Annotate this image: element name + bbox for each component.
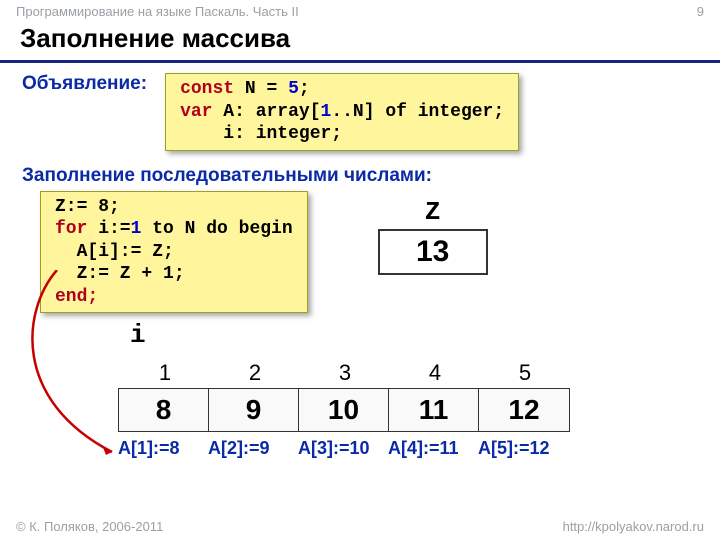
- index-cell: 4: [390, 360, 480, 386]
- page-number: 9: [697, 4, 704, 19]
- assignment: A[4]:=11: [388, 438, 478, 459]
- assignment: A[2]:=9: [208, 438, 298, 459]
- array-cell: 11: [389, 389, 479, 431]
- fill-label: Заполнение последовательными числами:: [22, 165, 700, 187]
- z-variable: Z 13: [378, 197, 488, 275]
- array-cell: 8: [119, 389, 209, 431]
- array-cells: 8 9 10 11 12: [118, 388, 570, 432]
- index-cell: 3: [300, 360, 390, 386]
- declaration-label: Объявление:: [22, 73, 147, 95]
- assignment: A[5]:=12: [478, 438, 568, 459]
- slide-header: Программирование на языке Паскаль. Часть…: [0, 0, 720, 21]
- course-name: Программирование на языке Паскаль. Часть…: [16, 4, 299, 19]
- array-indices: 1 2 3 4 5: [120, 360, 570, 386]
- assignment-row: A[1]:=8 A[2]:=9 A[3]:=10 A[4]:=11 A[5]:=…: [118, 438, 568, 459]
- index-cell: 2: [210, 360, 300, 386]
- declaration-code: const N = 5; var A: array[1..N] of integ…: [165, 73, 519, 151]
- array-cell: 10: [299, 389, 389, 431]
- slide-footer: © К. Поляков, 2006-2011 http://kpolyakov…: [0, 513, 720, 540]
- index-cell: 5: [480, 360, 570, 386]
- index-cell: 1: [120, 360, 210, 386]
- footer-url: http://kpolyakov.narod.ru: [563, 519, 704, 534]
- array-cell: 12: [479, 389, 569, 431]
- i-label: i: [130, 320, 146, 350]
- assignment: A[3]:=10: [298, 438, 388, 459]
- fill-code: Z:= 8; for i:=1 to N do begin A[i]:= Z; …: [40, 191, 308, 314]
- assignment: A[1]:=8: [118, 438, 208, 459]
- copyright: © К. Поляков, 2006-2011: [16, 519, 163, 534]
- slide-title: Заполнение массива: [0, 21, 720, 63]
- z-value: 13: [378, 229, 488, 275]
- z-label: Z: [378, 197, 488, 227]
- array-cell: 9: [209, 389, 299, 431]
